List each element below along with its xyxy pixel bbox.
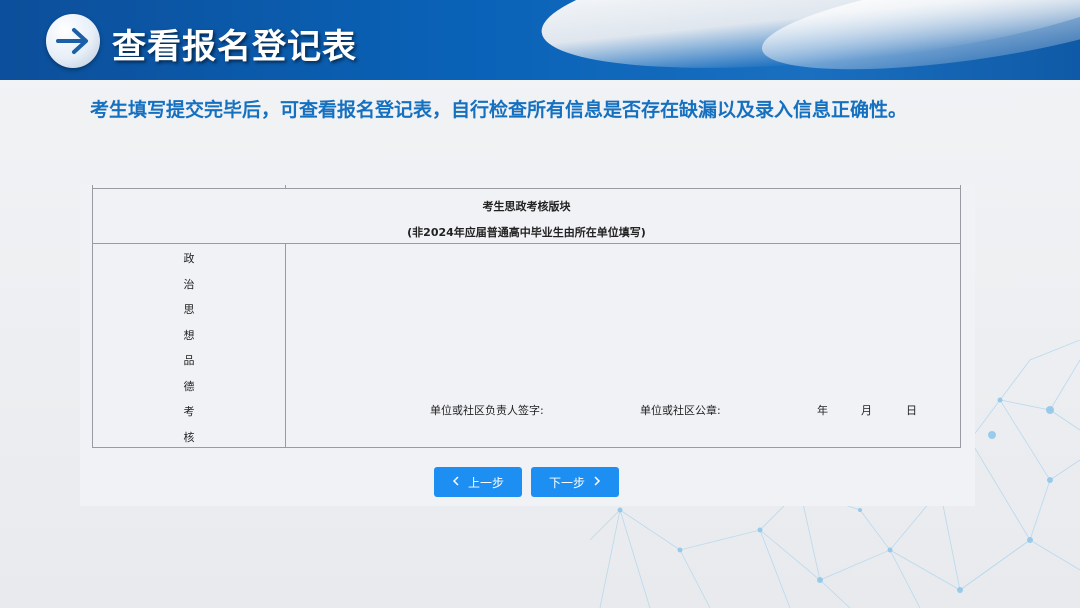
registration-form-panel: 考生思政考核版块 (非2024年应届普通高中毕业生由所在单位填写) 政 治 思 …: [80, 185, 975, 506]
header-banner: 查看报名登记表: [0, 0, 1080, 80]
section-subtitle: (非2024年应届普通高中毕业生由所在单位填写): [407, 226, 646, 239]
vertical-label-char: 思: [183, 303, 195, 316]
date-day-label: 日: [906, 404, 917, 417]
next-step-label: 下一步: [548, 475, 585, 490]
section-title: 考生思政考核版块: [482, 200, 571, 213]
vertical-label-char: 考: [183, 405, 195, 418]
page-title: 查看报名登记表: [112, 27, 357, 67]
signature-label: 单位或社区负责人签字:: [430, 404, 544, 417]
vertical-label-char: 政: [183, 252, 195, 265]
arrow-right-icon: [46, 14, 100, 68]
date-year-label: 年: [817, 404, 828, 417]
chevron-right-icon: [593, 475, 601, 489]
date-month-label: 月: [861, 404, 872, 417]
prev-step-label: 上一步: [467, 475, 504, 490]
political-review-table: 考生思政考核版块 (非2024年应届普通高中毕业生由所在单位填写) 政 治 思 …: [92, 185, 961, 448]
next-step-button[interactable]: 下一步: [531, 467, 619, 497]
vertical-label-char: 想: [183, 329, 195, 342]
section-header-row: 考生思政考核版块 (非2024年应届普通高中毕业生由所在单位填写): [93, 188, 960, 244]
instruction-text: 考生填写提交完毕后，可查看报名登记表，自行检查所有信息是否存在缺漏以及录入信息正…: [90, 99, 908, 121]
prev-step-button[interactable]: 上一步: [434, 467, 522, 497]
vertical-label-char: 品: [183, 354, 195, 367]
vertical-label-char: 德: [183, 380, 195, 393]
seal-label: 单位或社区公章:: [640, 404, 721, 417]
vertical-label-cell: 政 治 思 想 品 德 考 核: [93, 243, 286, 447]
vertical-label-char: 治: [183, 278, 195, 291]
chevron-left-icon: [452, 475, 460, 489]
vertical-label-char: 核: [183, 431, 195, 444]
